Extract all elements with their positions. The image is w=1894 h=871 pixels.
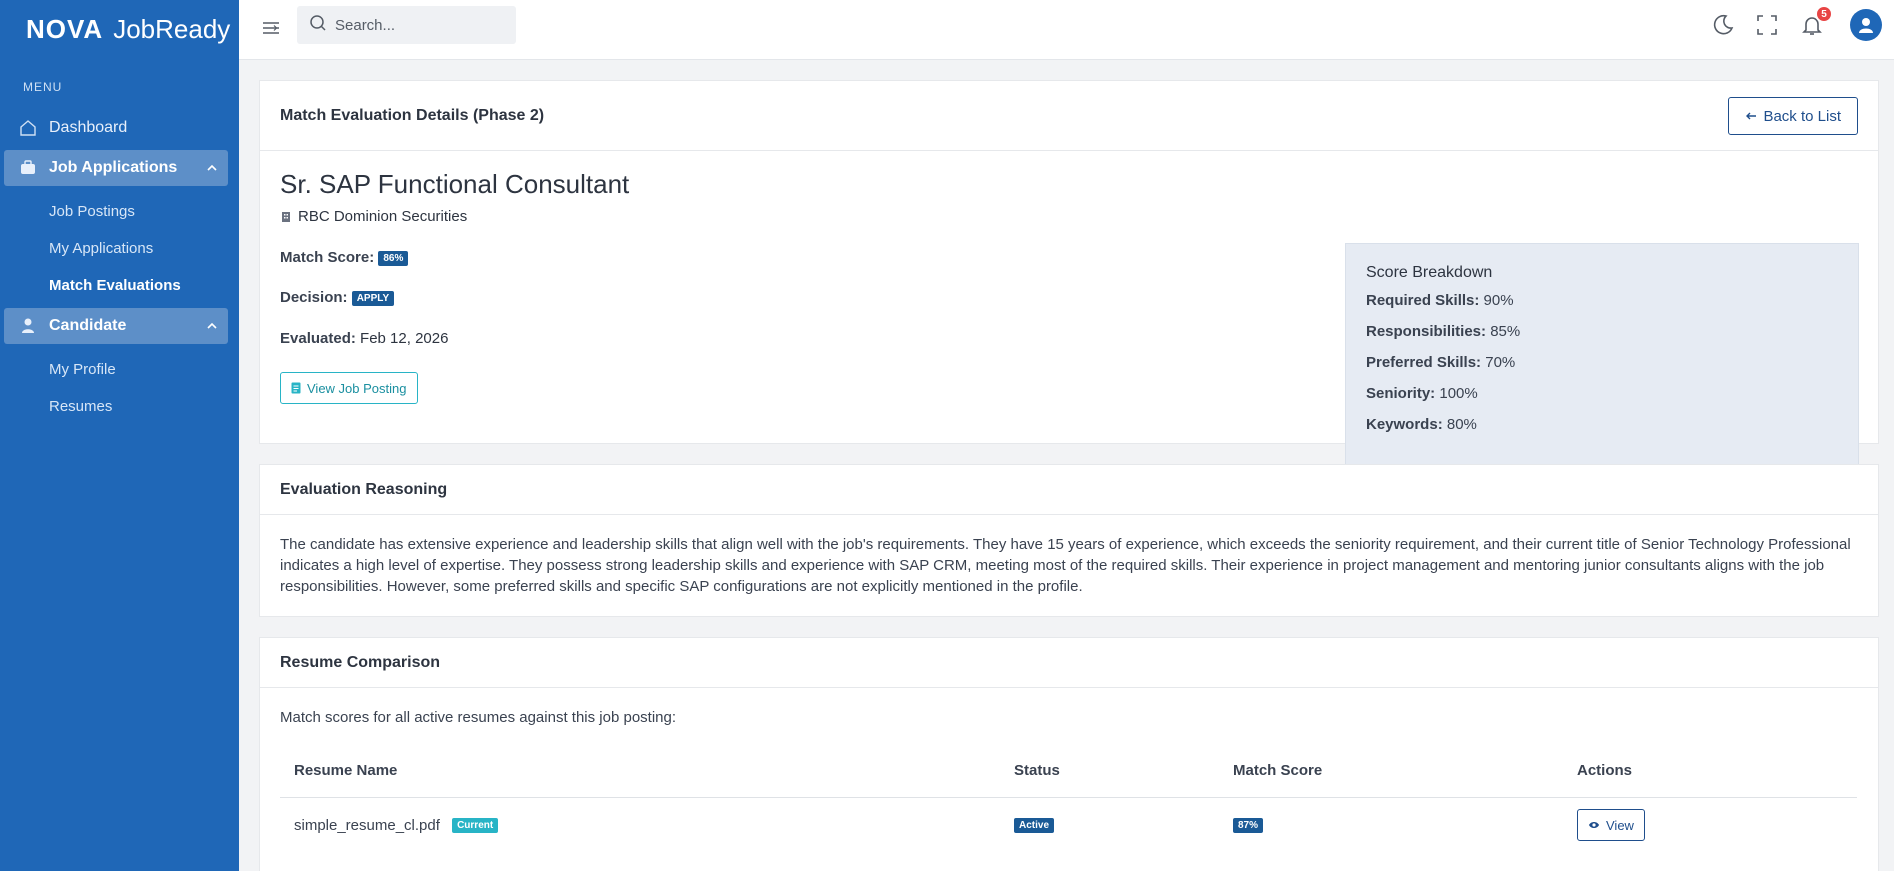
arrow-left-icon [1745, 110, 1757, 122]
back-to-list-label: Back to List [1763, 107, 1841, 125]
score-label: Responsibilities: [1366, 323, 1487, 340]
card-body: Sr. SAP Functional Consultant RBC Domini… [260, 151, 1878, 467]
sidebar-item-dashboard[interactable]: Dashboard [0, 110, 239, 146]
score-label: Keywords: [1366, 416, 1443, 433]
back-to-list-button[interactable]: Back to List [1728, 97, 1858, 135]
score-value: 70% [1485, 354, 1516, 371]
status-cell: Active [1000, 797, 1219, 853]
evaluated-date: Feb 12, 2026 [360, 330, 449, 347]
decision-line: Decision: APPLY [280, 289, 395, 306]
view-label: View [1606, 817, 1634, 833]
score-label: Preferred Skills: [1366, 354, 1482, 371]
column-header-resume-name: Resume Name [280, 745, 1000, 798]
sidebar-group-label: Job Applications [49, 159, 178, 176]
topbar: 5 [239, 0, 1894, 60]
brand-bold: NOVA [26, 13, 104, 44]
briefcase-icon [19, 159, 37, 177]
evaluated-label: Evaluated: [280, 330, 356, 347]
company-name: RBC Dominion Securities [298, 208, 468, 225]
score-row-seniority: Seniority: 100% [1366, 385, 1838, 416]
actions-cell: View [1563, 797, 1857, 853]
match-score-badge: 86% [378, 250, 409, 266]
sidebar-group-candidate[interactable]: Candidate [4, 308, 228, 344]
sidebar-item-my-applications[interactable]: My Applications [0, 230, 239, 267]
sidebar-item-my-profile[interactable]: My Profile [0, 351, 239, 388]
eye-icon [1588, 820, 1600, 830]
view-job-posting-button[interactable]: View Job Posting [280, 372, 418, 404]
chevron-up-icon [206, 161, 218, 179]
evaluated-line: Evaluated: Feb 12, 2026 [280, 330, 448, 347]
dark-mode-icon[interactable] [1711, 13, 1735, 37]
match-score-badge: 87% [1233, 818, 1264, 834]
status-badge: Active [1014, 818, 1055, 834]
brand-name: JobReady [113, 13, 231, 44]
search-icon [309, 14, 327, 36]
reasoning-text: The candidate has extensive experience a… [280, 536, 1851, 595]
score-value: 85% [1490, 323, 1521, 340]
column-header-status: Status [1000, 745, 1219, 798]
score-row-keywords: Keywords: 80% [1366, 416, 1838, 447]
match-score-line: Match Score: 86% [280, 249, 409, 266]
menu-toggle-icon[interactable] [259, 16, 283, 40]
score-breakdown-title: Score Breakdown [1366, 264, 1493, 281]
chevron-up-icon [206, 319, 218, 337]
search-input[interactable] [335, 16, 505, 34]
sidebar-group-label: Candidate [49, 317, 127, 334]
user-icon [19, 317, 37, 335]
document-icon [291, 382, 301, 394]
score-row-required-skills: Required Skills: 90% [1366, 292, 1838, 323]
company-line: RBC Dominion Securities [280, 208, 467, 225]
avatar[interactable] [1850, 9, 1882, 41]
building-icon [280, 211, 292, 223]
card-header: Resume Comparison [260, 638, 1878, 688]
decision-badge: APPLY [351, 290, 395, 306]
resume-name: simple_resume_cl.pdf [294, 816, 440, 834]
menu-label: MENU [23, 80, 63, 94]
view-resume-button[interactable]: View [1577, 809, 1645, 842]
card-title: Resume Comparison [280, 653, 441, 671]
fullscreen-icon[interactable] [1755, 13, 1779, 37]
card-title: Match Evaluation Details (Phase 2) [280, 106, 545, 124]
score-value: 100% [1439, 385, 1478, 402]
evaluation-reasoning-card: Evaluation Reasoning The candidate has e… [259, 464, 1879, 617]
table-row: simple_resume_cl.pdf Current Active 87% … [280, 797, 1857, 853]
score-value: 90% [1483, 292, 1514, 309]
sidebar-group-job-applications[interactable]: Job Applications [4, 150, 228, 186]
view-job-posting-label: View Job Posting [307, 380, 407, 396]
sidebar-item-match-evaluations[interactable]: Match Evaluations [0, 267, 239, 304]
match-details-card: Match Evaluation Details (Phase 2) Back … [259, 80, 1879, 467]
resume-table: Resume Name Status Match Score Actions s… [280, 745, 1857, 853]
home-icon [19, 119, 37, 137]
current-badge: Current [452, 818, 499, 834]
match-score-label: Match Score: [280, 249, 375, 266]
sidebar-nav: Dashboard Job Applications Job Postings … [0, 110, 239, 425]
sidebar: NOVA JobReady MENU Dashboard Job Applica… [0, 0, 239, 871]
card-header: Evaluation Reasoning [260, 465, 1878, 515]
score-value: 80% [1446, 416, 1477, 433]
sidebar-item-resumes[interactable]: Resumes [0, 388, 239, 425]
decision-label: Decision: [280, 289, 348, 306]
app-logo[interactable]: NOVA JobReady [0, 0, 239, 58]
sidebar-item-label: Dashboard [49, 119, 128, 136]
sidebar-item-job-postings[interactable]: Job Postings [0, 193, 239, 230]
notification-bell-icon[interactable]: 5 [1800, 5, 1833, 37]
column-header-match-score: Match Score [1219, 745, 1563, 798]
table-header-row: Resume Name Status Match Score Actions [280, 745, 1857, 798]
score-cell: 87% [1219, 797, 1563, 853]
resume-comparison-card: Resume Comparison Match scores for all a… [259, 637, 1879, 871]
column-header-actions: Actions [1563, 745, 1857, 798]
score-breakdown-panel: Score Breakdown Required Skills: 90% Res… [1345, 243, 1859, 467]
score-row-responsibilities: Responsibilities: 85% [1366, 323, 1838, 354]
card-header: Match Evaluation Details (Phase 2) Back … [260, 81, 1878, 151]
score-row-preferred-skills: Preferred Skills: 70% [1366, 354, 1838, 385]
notification-count-badge: 5 [1815, 5, 1833, 23]
resume-name-cell: simple_resume_cl.pdf Current [280, 797, 1000, 853]
card-title: Evaluation Reasoning [280, 480, 448, 498]
comparison-intro: Match scores for all active resumes agai… [280, 709, 677, 726]
search-box[interactable] [297, 6, 516, 44]
job-title: Sr. SAP Functional Consultant [280, 169, 630, 199]
score-label: Seniority: [1366, 385, 1436, 402]
score-label: Required Skills: [1366, 292, 1480, 309]
